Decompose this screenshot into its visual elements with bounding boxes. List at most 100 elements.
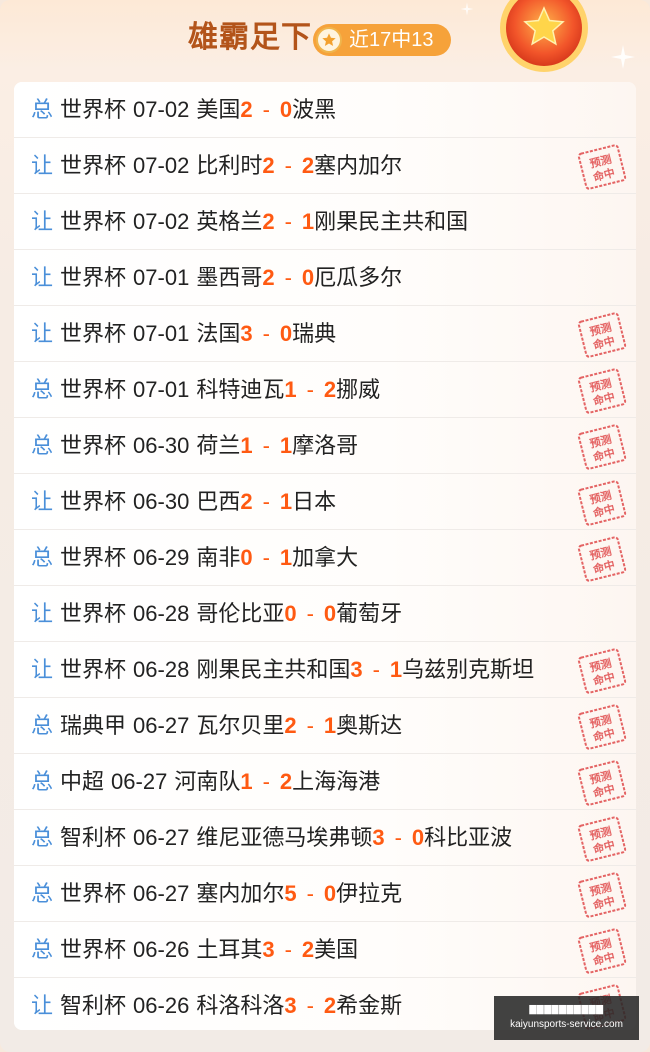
away-score: 1 (323, 713, 337, 738)
bet-type-label: 总 (31, 97, 54, 122)
home-score: 0 (284, 601, 297, 626)
away-score: 0 (323, 881, 337, 906)
match-row[interactable]: 总世界杯 06-29 南非0-1加拿大 预测 命中 (14, 530, 636, 586)
home-score: 3 (240, 321, 253, 346)
home-score: 1 (240, 433, 253, 458)
match-row[interactable]: 总世界杯 06-30 荷兰1-1摩洛哥 预测 命中 (14, 418, 636, 474)
match-row[interactable]: 总世界杯 06-27 塞内加尔5-0伊拉克 预测 命中 (14, 866, 636, 922)
prediction-hit-stamp: 预测命中 (574, 648, 630, 694)
stamp-border-icon: 预测命中 (577, 648, 627, 694)
bet-type-label: 让 (31, 489, 54, 514)
away-score: 1 (279, 545, 293, 570)
home-team: 英格兰 (196, 209, 263, 234)
away-score: 1 (279, 433, 293, 458)
bet-type-label: 总 (31, 881, 54, 906)
away-team: 波黑 (292, 97, 337, 122)
home-team: 刚果民主共和国 (196, 657, 351, 682)
score-separator: - (262, 489, 270, 514)
score-separator: - (262, 769, 270, 794)
league-name: 世界杯 (60, 321, 127, 346)
match-date: 07-02 (133, 153, 190, 178)
match-row[interactable]: 总中超 06-27 河南队1-2上海海港 预测 命中 (14, 754, 636, 810)
match-date: 06-26 (133, 993, 190, 1018)
bet-type-label: 总 (31, 937, 54, 962)
home-score: 1 (240, 769, 253, 794)
home-team: 南非 (196, 545, 241, 570)
bet-type-label: 总 (31, 713, 54, 738)
match-date: 06-26 (133, 937, 190, 962)
bet-type-label: 总 (31, 825, 54, 850)
match-row[interactable]: 让世界杯 07-02 英格兰2-1刚果民主共和国 (14, 194, 636, 250)
league-name: 世界杯 (60, 377, 127, 402)
match-row[interactable]: 让世界杯 07-02 比利时2-2塞内加尔 预测 命中 (14, 138, 636, 194)
match-row[interactable]: 总瑞典甲 06-27 瓦尔贝里2-1奥斯达 预测 命中 (14, 698, 636, 754)
match-text: 让世界杯 06-28 刚果民主共和国3-1乌兹别克斯坦 (31, 642, 534, 698)
away-score: 1 (279, 489, 293, 514)
match-row[interactable]: 让世界杯 07-01 墨西哥2-0厄瓜多尔 (14, 250, 636, 306)
score-separator: - (262, 97, 270, 122)
home-team: 塞内加尔 (196, 881, 285, 906)
home-team: 墨西哥 (196, 265, 263, 290)
score-separator: - (284, 153, 292, 178)
league-name: 世界杯 (60, 937, 127, 962)
away-team: 加拿大 (292, 545, 359, 570)
bet-type-label: 让 (31, 321, 54, 346)
watermark-line: ▇▇▇▇▇▇▇▇▇▇ (529, 1004, 604, 1014)
sparkle-icon (460, 2, 474, 16)
bet-type-label: 总 (31, 769, 54, 794)
away-team: 乌兹别克斯坦 (402, 657, 535, 682)
score-separator: - (306, 377, 314, 402)
match-date: 06-28 (133, 657, 190, 682)
match-row[interactable]: 总世界杯 06-26 土耳其3-2美国 预测 命中 (14, 922, 636, 978)
prediction-hit-stamp: 预测命中 (574, 760, 630, 806)
bet-type-label: 总 (31, 545, 54, 570)
match-text: 总瑞典甲 06-27 瓦尔贝里2-1奥斯达 (31, 698, 402, 754)
prediction-hit-stamp: 预测命中 (574, 816, 630, 862)
league-name: 世界杯 (60, 433, 127, 458)
stamp-border-icon: 预测命中 (577, 928, 627, 974)
away-team: 厄瓜多尔 (314, 265, 403, 290)
stamp-border-icon: 预测命中 (577, 760, 627, 806)
bet-type-label: 让 (31, 209, 54, 234)
match-row[interactable]: 总世界杯 07-01 科特迪瓦1-2挪威 预测 命中 (14, 362, 636, 418)
away-score: 2 (301, 937, 315, 962)
away-team: 刚果民主共和国 (314, 209, 469, 234)
away-score: 1 (301, 209, 315, 234)
match-date: 07-01 (133, 321, 190, 346)
home-team: 比利时 (196, 153, 263, 178)
league-name: 中超 (60, 769, 105, 794)
prediction-hit-stamp: 预测命中 (574, 144, 630, 190)
match-date: 06-30 (133, 433, 190, 458)
league-name: 世界杯 (60, 153, 127, 178)
match-text: 总世界杯 06-27 塞内加尔5-0伊拉克 (31, 866, 402, 922)
sparkle-icon (611, 45, 635, 69)
league-name: 瑞典甲 (60, 713, 127, 738)
match-row[interactable]: 让世界杯 06-28 哥伦比亚0-0葡萄牙 (14, 586, 636, 642)
score-separator: - (306, 993, 314, 1018)
match-date: 07-01 (133, 377, 190, 402)
away-team: 挪威 (336, 377, 381, 402)
match-text: 总世界杯 06-29 南非0-1加拿大 (31, 530, 358, 586)
home-score: 0 (240, 545, 253, 570)
league-name: 智利杯 (60, 993, 127, 1018)
score-separator: - (306, 881, 314, 906)
bet-type-label: 让 (31, 993, 54, 1018)
match-row[interactable]: 总智利杯 06-27 维尼亚德马埃弗顿3-0科比亚波 预测 命中 (14, 810, 636, 866)
match-row[interactable]: 让世界杯 06-30 巴西2-1日本 预测 命中 (14, 474, 636, 530)
away-team: 塞内加尔 (314, 153, 403, 178)
stamp-border-icon: 预测命中 (577, 312, 627, 358)
match-text: 让世界杯 07-01 墨西哥2-0厄瓜多尔 (31, 250, 402, 306)
match-row[interactable]: 让世界杯 06-28 刚果民主共和国3-1乌兹别克斯坦 预测 命中 (14, 642, 636, 698)
match-row[interactable]: 总世界杯 07-02 美国2-0波黑 (14, 82, 636, 138)
match-text: 总世界杯 07-01 科特迪瓦1-2挪威 (31, 362, 380, 418)
page: 雄霸足下 近17中13 总 世界杯 07-02 美国2 - 0波黑 让 世界杯 … (0, 0, 650, 1052)
score-separator: - (394, 825, 402, 850)
league-name: 世界杯 (60, 265, 127, 290)
league-name: 世界杯 (60, 97, 127, 122)
bet-type-label: 总 (31, 377, 54, 402)
match-row[interactable]: 让世界杯 07-01 法国3-0瑞典 预测 命中 (14, 306, 636, 362)
away-team: 瑞典 (292, 321, 337, 346)
match-date: 07-02 (133, 209, 190, 234)
league-name: 世界杯 (60, 881, 127, 906)
away-score: 2 (323, 993, 337, 1018)
